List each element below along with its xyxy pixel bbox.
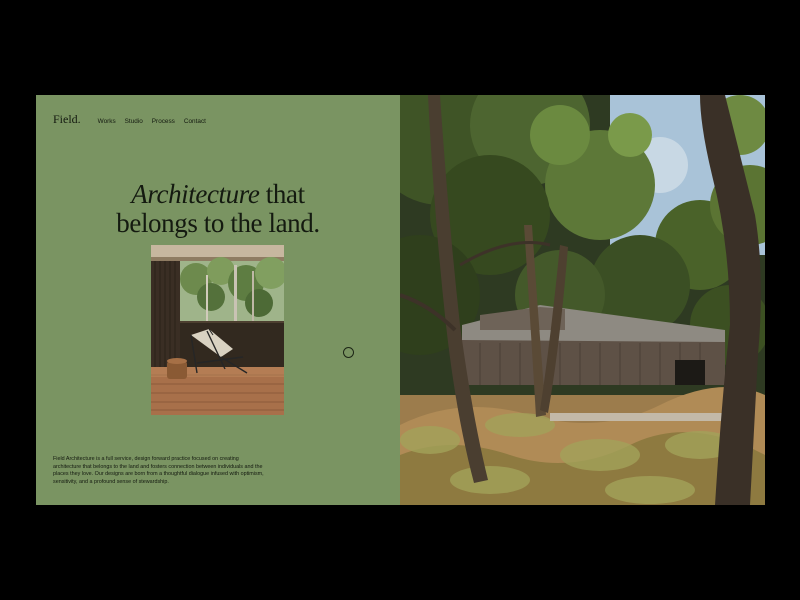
slider-dot-icon[interactable] <box>343 347 354 358</box>
hero-headline: Architecture that belongs to the land. <box>36 180 400 238</box>
headline-line2: belongs to the land. <box>116 208 320 238</box>
nav-link-contact[interactable]: Contact <box>184 118 206 125</box>
headline-line1-rest: that <box>259 179 305 209</box>
landscape-photo <box>400 95 765 505</box>
top-nav: Field. Works Studio Process Contact <box>53 112 215 127</box>
nav-link-works[interactable]: Works <box>98 118 116 125</box>
nav-link-studio[interactable]: Studio <box>125 118 143 125</box>
logo[interactable]: Field. <box>53 112 81 127</box>
interior-photo <box>151 245 284 415</box>
headline-emphasis: Architecture <box>131 179 260 209</box>
nav-link-process[interactable]: Process <box>152 118 175 125</box>
hero-description: Field Architecture is a full service, de… <box>53 456 264 485</box>
hero-panel: Field. Works Studio Process Contact Arch… <box>36 95 400 505</box>
page-frame: Field. Works Studio Process Contact Arch… <box>36 95 765 505</box>
